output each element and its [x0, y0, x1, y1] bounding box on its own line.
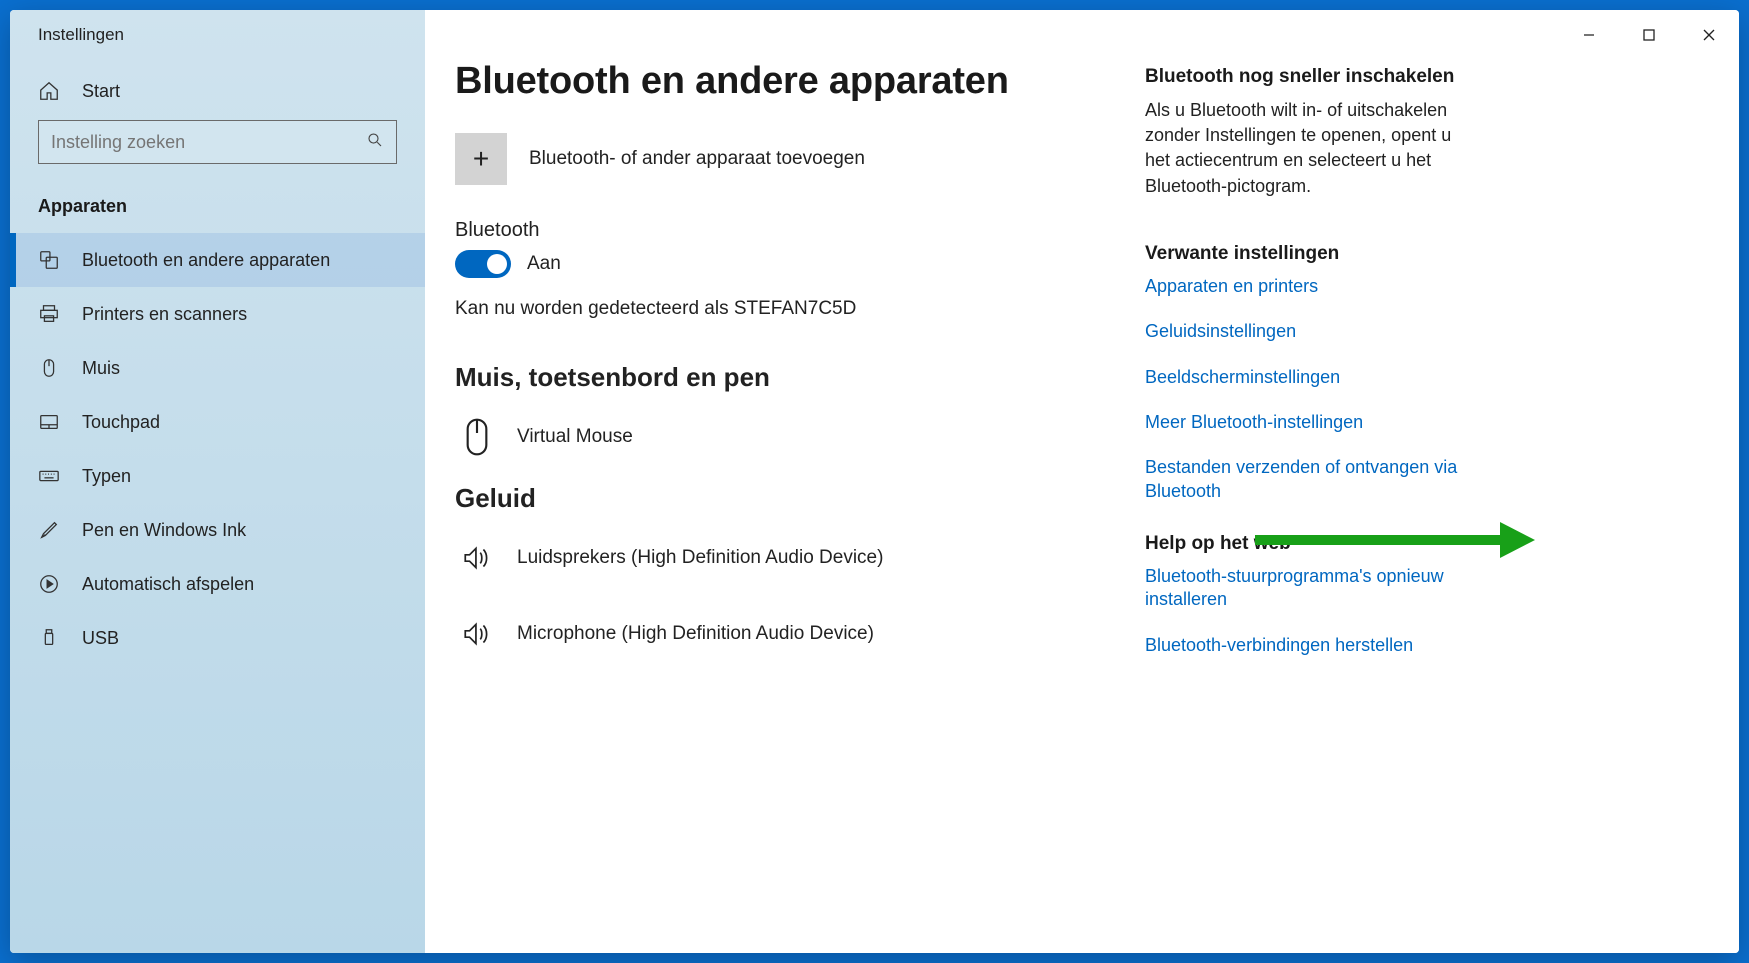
sidebar-item-label: Muis	[82, 358, 120, 379]
sidebar-item-touchpad[interactable]: Touchpad	[10, 395, 425, 449]
window-title: Instellingen	[10, 10, 425, 60]
sidebar-item-typing[interactable]: Typen	[10, 449, 425, 503]
touchpad-icon	[38, 411, 60, 433]
autoplay-icon	[38, 573, 60, 595]
sidebar: Instellingen Start Apparaten Bluetooth e…	[10, 10, 425, 953]
device-row-speakers[interactable]: Luidsprekers (High Definition Audio Devi…	[455, 528, 1115, 604]
aside-help-title: Help op het web	[1145, 533, 1465, 555]
sidebar-item-bluetooth[interactable]: Bluetooth en andere apparaten	[10, 233, 425, 287]
home-icon	[38, 80, 60, 102]
printer-icon	[38, 303, 60, 325]
minimize-button[interactable]	[1559, 10, 1619, 60]
aside-quick-title: Bluetooth nog sneller inschakelen	[1145, 66, 1465, 88]
sidebar-item-usb[interactable]: USB	[10, 611, 425, 665]
add-device-label: Bluetooth- of ander apparaat toevoegen	[529, 148, 865, 170]
settings-window: Instellingen Start Apparaten Bluetooth e…	[10, 10, 1739, 953]
usb-icon	[38, 627, 60, 649]
section-mouse-heading: Muis, toetsenbord en pen	[455, 362, 1115, 393]
keyboard-icon	[38, 465, 60, 487]
sidebar-item-label: Printers en scanners	[82, 304, 247, 325]
device-label: Luidsprekers (High Definition Audio Devi…	[517, 547, 883, 569]
device-label: Microphone (High Definition Audio Device…	[517, 623, 874, 645]
window-controls	[1559, 10, 1739, 60]
search-box[interactable]	[38, 120, 397, 164]
content-column: Bluetooth en andere apparaten + Bluetoot…	[455, 60, 1115, 953]
device-row-microphone[interactable]: Microphone (High Definition Audio Device…	[455, 604, 1115, 680]
plus-icon: +	[455, 133, 507, 185]
bluetooth-toggle[interactable]	[455, 250, 511, 278]
link-display-settings[interactable]: Beeldscherminstellingen	[1145, 366, 1465, 389]
sidebar-item-mouse[interactable]: Muis	[10, 341, 425, 395]
add-device-button[interactable]: + Bluetooth- of ander apparaat toevoegen	[455, 133, 1115, 185]
detectable-text: Kan nu worden gedetecteerd als STEFAN7C5…	[455, 298, 1115, 320]
sidebar-item-label: Pen en Windows Ink	[82, 520, 246, 541]
search-icon	[366, 131, 384, 154]
bluetooth-label: Bluetooth	[455, 219, 1115, 242]
speaker-icon	[461, 538, 493, 578]
link-send-receive-files[interactable]: Bestanden verzenden of ontvangen via Blu…	[1145, 456, 1465, 503]
mouse-icon	[38, 357, 60, 379]
aside-column: Bluetooth nog sneller inschakelen Als u …	[1145, 60, 1475, 953]
aside-related-title: Verwante instellingen	[1145, 243, 1465, 265]
sidebar-item-printers[interactable]: Printers en scanners	[10, 287, 425, 341]
section-sound-heading: Geluid	[455, 483, 1115, 514]
home-link[interactable]: Start	[10, 60, 425, 120]
sidebar-item-label: Typen	[82, 466, 131, 487]
main-content: Bluetooth en andere apparaten + Bluetoot…	[425, 10, 1739, 953]
toggle-state: Aan	[527, 253, 561, 275]
link-reinstall-bt-drivers[interactable]: Bluetooth-stuurprogramma's opnieuw insta…	[1145, 565, 1465, 612]
sidebar-item-label: Bluetooth en andere apparaten	[82, 250, 330, 271]
close-button[interactable]	[1679, 10, 1739, 60]
link-sound-settings[interactable]: Geluidsinstellingen	[1145, 320, 1465, 343]
sidebar-item-label: Automatisch afspelen	[82, 574, 254, 595]
link-more-bluetooth-settings[interactable]: Meer Bluetooth-instellingen	[1145, 411, 1465, 434]
device-label: Virtual Mouse	[517, 426, 633, 448]
page-title: Bluetooth en andere apparaten	[455, 60, 1115, 103]
sidebar-item-autoplay[interactable]: Automatisch afspelen	[10, 557, 425, 611]
link-fix-bt-connections[interactable]: Bluetooth-verbindingen herstellen	[1145, 634, 1465, 657]
sidebar-item-label: Touchpad	[82, 412, 160, 433]
sidebar-item-pen[interactable]: Pen en Windows Ink	[10, 503, 425, 557]
link-devices-printers[interactable]: Apparaten en printers	[1145, 275, 1465, 298]
maximize-button[interactable]	[1619, 10, 1679, 60]
devices-icon	[38, 249, 60, 271]
aside-quick-text: Als u Bluetooth wilt in- of uitschakelen…	[1145, 98, 1465, 199]
search-input[interactable]	[51, 132, 351, 153]
category-header: Apparaten	[10, 184, 425, 233]
sidebar-item-label: USB	[82, 628, 119, 649]
speaker-icon	[461, 614, 493, 654]
device-row-mouse[interactable]: Virtual Mouse	[455, 407, 1115, 483]
pen-icon	[38, 519, 60, 541]
mouse-device-icon	[461, 417, 493, 457]
home-label: Start	[82, 81, 120, 102]
